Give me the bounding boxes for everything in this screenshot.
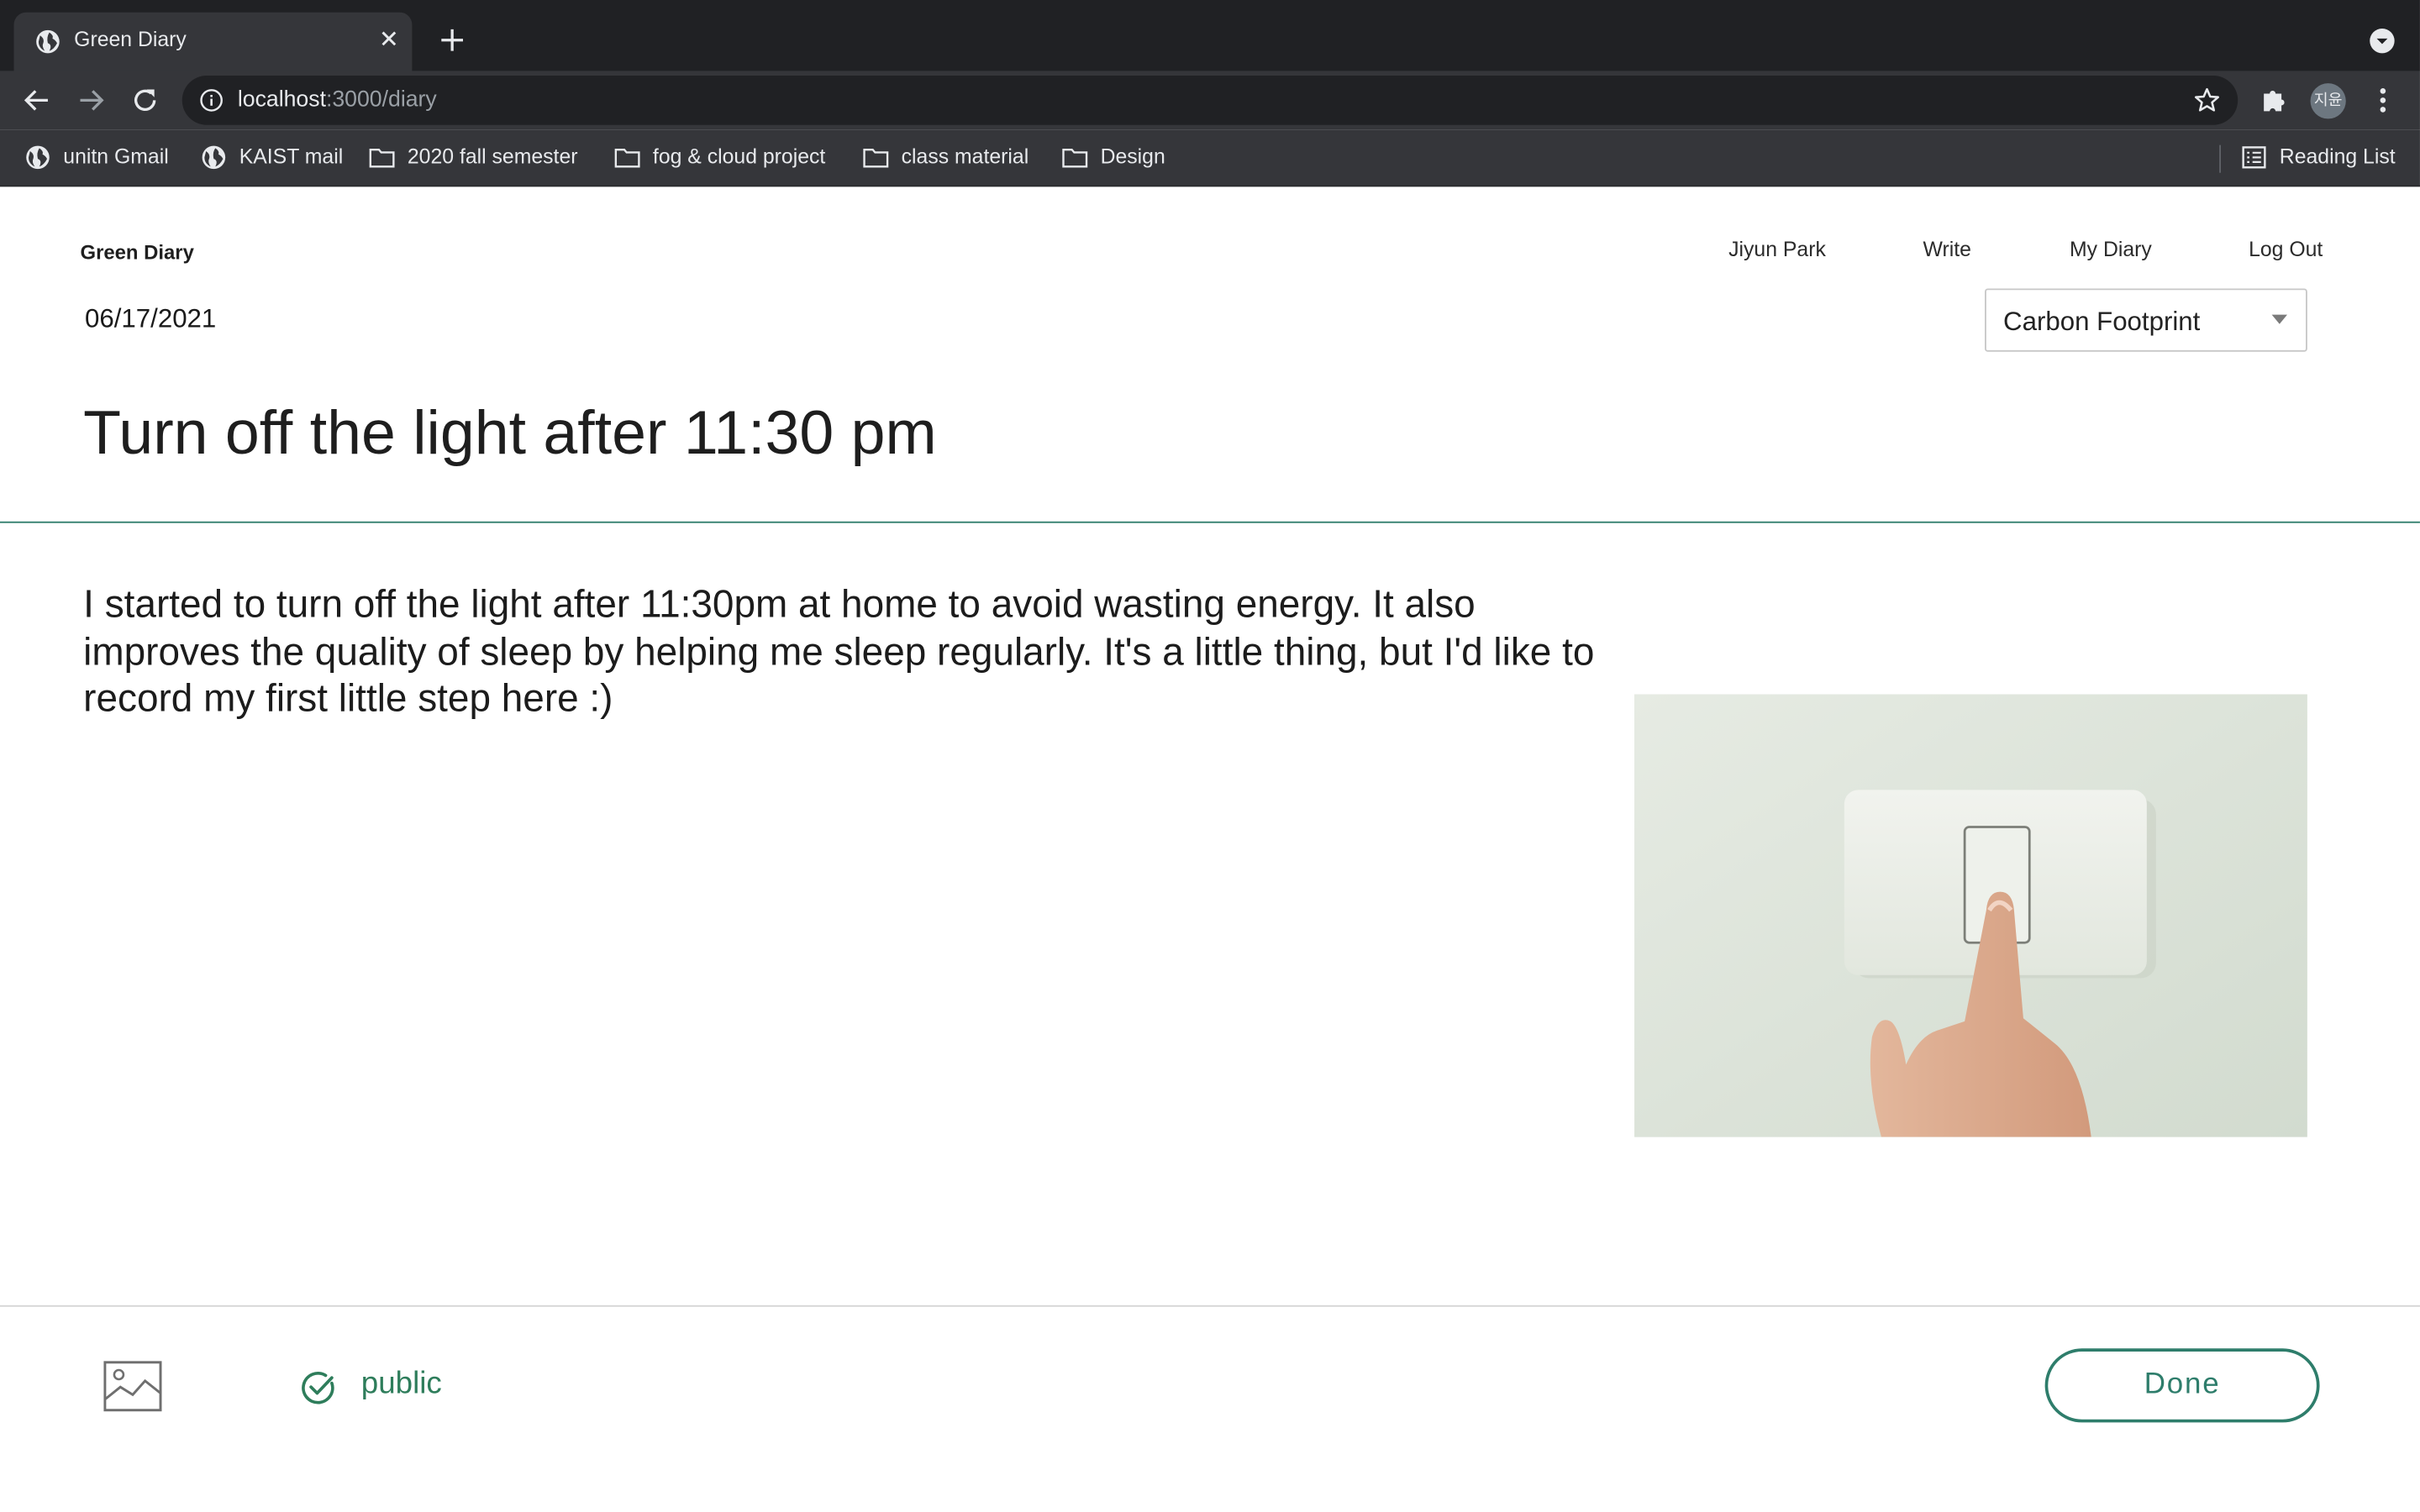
folder-icon (1062, 148, 1088, 168)
entry-date[interactable]: 06/17/2021 (85, 304, 216, 335)
nav-log-out[interactable]: Log Out (2249, 238, 2323, 261)
bookmark-label: unitn Gmail (63, 144, 169, 169)
bookmarks-bar: unitn Gmail KAIST mail 2020 fall semeste… (0, 129, 2420, 187)
browser-toolbar: localhost:3000/diary 지윤 (0, 71, 2420, 130)
more-menu-icon[interactable] (2370, 85, 2395, 116)
bookmarks-divider (2219, 144, 2222, 173)
info-icon[interactable] (199, 88, 224, 113)
star-icon[interactable] (2193, 87, 2221, 114)
image-upload-icon[interactable] (103, 1361, 162, 1412)
visibility-label[interactable]: public (361, 1367, 442, 1402)
check-circle-icon[interactable] (301, 1370, 336, 1405)
nav-my-diary[interactable]: My Diary (2070, 238, 2152, 261)
url-host: localhost (237, 87, 326, 113)
globe-icon (36, 29, 60, 54)
close-icon[interactable] (378, 28, 400, 50)
nav-user-name[interactable]: Jiyun Park (1728, 238, 1826, 261)
entry-photo (1634, 694, 2307, 1137)
globe-icon (26, 145, 50, 170)
reading-list-label: Reading List (2279, 144, 2396, 169)
title-divider (0, 521, 2420, 523)
profile-avatar[interactable]: 지윤 (2310, 83, 2346, 119)
bookmark-label: KAIST mail (239, 144, 344, 169)
folder-icon (369, 148, 395, 168)
browser-tab-strip: Green Diary (0, 0, 2420, 71)
light-switch-photo (1634, 694, 2307, 1137)
category-selected-value: Carbon Footprint (2003, 307, 2201, 337)
forward-arrow-icon[interactable] (76, 85, 107, 116)
tab-title: Green Diary (74, 28, 187, 51)
category-select[interactable]: Carbon Footprint (1984, 288, 2307, 352)
folder-icon (614, 148, 640, 168)
bookmark-label: class material (901, 144, 1029, 169)
reload-icon[interactable] (129, 85, 160, 116)
bookmark-label: Design (1100, 144, 1165, 169)
url-path: :3000/diary (325, 87, 437, 113)
address-bar[interactable]: localhost:3000/diary (182, 75, 2238, 125)
bookmark-label: 2020 fall semester (407, 144, 578, 169)
reading-list-icon (2242, 146, 2266, 169)
chevron-down-icon (2271, 314, 2287, 324)
new-tab-icon[interactable] (439, 26, 466, 54)
footer-divider (0, 1305, 2420, 1307)
browser-tab[interactable]: Green Diary (13, 12, 413, 71)
bookmark-label: fog & cloud project (652, 144, 826, 169)
folder-icon (863, 148, 889, 168)
nav-write[interactable]: Write (1923, 238, 1971, 261)
url-text: localhost:3000/diary (238, 88, 437, 113)
brand-logo-text[interactable]: Green Diary (81, 241, 194, 265)
globe-icon (202, 145, 226, 170)
puzzle-icon[interactable] (2260, 85, 2289, 114)
back-arrow-icon[interactable] (22, 85, 53, 116)
entry-title[interactable]: Turn off the light after 11:30 pm (83, 400, 937, 470)
done-button[interactable]: Done (2044, 1348, 2320, 1423)
tab-search-icon[interactable] (2369, 28, 2395, 54)
entry-body[interactable]: I started to turn off the light after 11… (83, 581, 1634, 722)
